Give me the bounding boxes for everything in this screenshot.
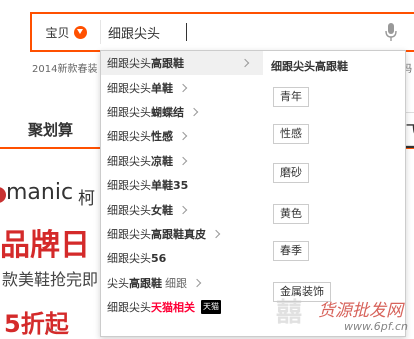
attribute-panel-title: 细跟尖头高跟鞋 <box>271 60 348 73</box>
banner-subline: 款美鞋抢完即 <box>2 270 99 289</box>
banner-brand-tail: 柯 <box>78 189 95 209</box>
suggestion-highlight-text: 高跟鞋 <box>151 57 184 71</box>
suggestion-base-text: 细跟尖头 <box>107 81 151 95</box>
watermark-seal: 囍 <box>276 298 303 328</box>
suggestion-dropdown: 细跟尖头 高跟鞋 细跟尖头 单鞋 细跟尖头 蝴蝶结 细跟尖头 性感 细跟尖头 凉鞋 细跟尖头 单鞋35… <box>100 50 406 337</box>
suggestion-highlight-text: 凉鞋 <box>151 154 173 168</box>
attribute-tag[interactable]: 性感 <box>273 124 309 144</box>
scope-divider <box>100 20 101 44</box>
chevron-right-icon <box>178 132 188 141</box>
suggestion-item[interactable]: 细跟尖头 蝴蝶结 <box>101 100 263 124</box>
search-input[interactable] <box>108 19 368 45</box>
chevron-right-icon <box>240 58 250 68</box>
chevron-right-icon <box>211 229 221 239</box>
attribute-tag[interactable]: 磨砂 <box>273 163 309 183</box>
watermark-url: www.6pf.cn <box>344 320 408 333</box>
nav-right-label[interactable]: 飞 <box>406 121 414 138</box>
suggestion-item[interactable]: 细跟尖头 单鞋35 <box>101 173 263 197</box>
suggestion-base-text: 细跟尖头 <box>107 301 151 315</box>
banner-brand: manic <box>6 180 74 205</box>
attribute-tag[interactable]: 黄色 <box>273 204 309 224</box>
suggestion-highlight-text: 高跟鞋真皮 <box>151 227 206 241</box>
suggestion-item[interactable]: 细跟尖头 天猫相关 天猫 <box>101 295 263 319</box>
tmall-badge: 天猫 <box>201 300 221 315</box>
suggestion-base-text: 细跟尖头 <box>107 203 151 217</box>
suggestion-item[interactable]: 细跟尖头 凉鞋 <box>101 149 263 173</box>
suggestion-item[interactable]: 细跟尖头 性感 <box>101 124 263 148</box>
text-caret <box>186 23 187 41</box>
suggestion-base-text: 细跟尖头 <box>107 252 151 266</box>
search-box: 宝贝 <box>30 12 414 52</box>
suggestion-list: 细跟尖头 高跟鞋 细跟尖头 单鞋 细跟尖头 蝴蝶结 细跟尖头 性感 细跟尖头 凉鞋 细跟尖头 单鞋35… <box>101 51 263 319</box>
suggestion-item[interactable]: 细跟尖头 高跟鞋真皮 <box>101 222 263 246</box>
hot-search-link[interactable]: 2014新款春装 <box>32 60 97 75</box>
suggestion-base-text: 尖头 <box>107 276 129 290</box>
suggestion-item[interactable]: 细跟尖头 女鞋 <box>101 197 263 221</box>
suggestion-tag-text: 细跟 <box>165 276 187 290</box>
suggestion-highlight-text: 性感 <box>151 130 173 144</box>
attribute-tag[interactable]: 春季 <box>273 241 309 261</box>
suggestion-base-text: 细跟尖头 <box>107 57 151 71</box>
suggestion-highlight-text: 单鞋35 <box>151 179 189 193</box>
nav-juhuasuan[interactable]: 聚划算 <box>28 119 73 140</box>
suggestion-item[interactable]: 细跟尖头 高跟鞋 <box>101 51 263 76</box>
suggestion-highlight-text: 天猫相关 <box>151 301 195 315</box>
suggestion-highlight-text: 蝴蝶结 <box>151 105 184 119</box>
chevron-right-icon <box>178 83 188 92</box>
suggestion-item[interactable]: 细跟尖头 单鞋 <box>101 75 263 99</box>
suggestion-base-text: 细跟尖头 <box>107 179 151 193</box>
chevron-right-icon <box>192 278 202 287</box>
attribute-tag[interactable]: 青年 <box>273 87 309 107</box>
suggestion-base-text: 细跟尖头 <box>107 130 151 144</box>
chevron-right-icon <box>189 107 199 117</box>
suggestion-item[interactable]: 尖头 高跟鞋 细跟 <box>101 271 263 295</box>
suggestion-highlight-text: 56 <box>151 251 167 265</box>
banner-discount: 5折起 <box>4 310 69 338</box>
suggestion-base-text: 细跟尖头 <box>107 154 151 168</box>
search-scope-label: 宝贝 <box>45 25 70 40</box>
suggestion-highlight-text: 女鞋 <box>151 203 173 217</box>
chevron-right-icon <box>178 156 188 165</box>
suggestion-item[interactable]: 细跟尖头 56 <box>101 246 263 270</box>
banner-headline: 品牌日 <box>0 228 90 263</box>
suggestion-highlight-text: 高跟鞋 <box>129 276 162 290</box>
search-scope-dropdown[interactable]: 宝贝 <box>32 14 100 50</box>
suggestion-base-text: 细跟尖头 <box>107 105 151 119</box>
suggestion-highlight-text: 单鞋 <box>151 81 173 95</box>
watermark-text: 货源批发网 <box>318 301 403 321</box>
banner-discount-tail: … <box>46 320 58 334</box>
suggestion-base-text: 细跟尖头 <box>107 227 151 241</box>
microphone-icon[interactable] <box>384 22 398 42</box>
chevron-right-icon <box>178 205 188 214</box>
chevron-down-icon <box>73 25 87 39</box>
